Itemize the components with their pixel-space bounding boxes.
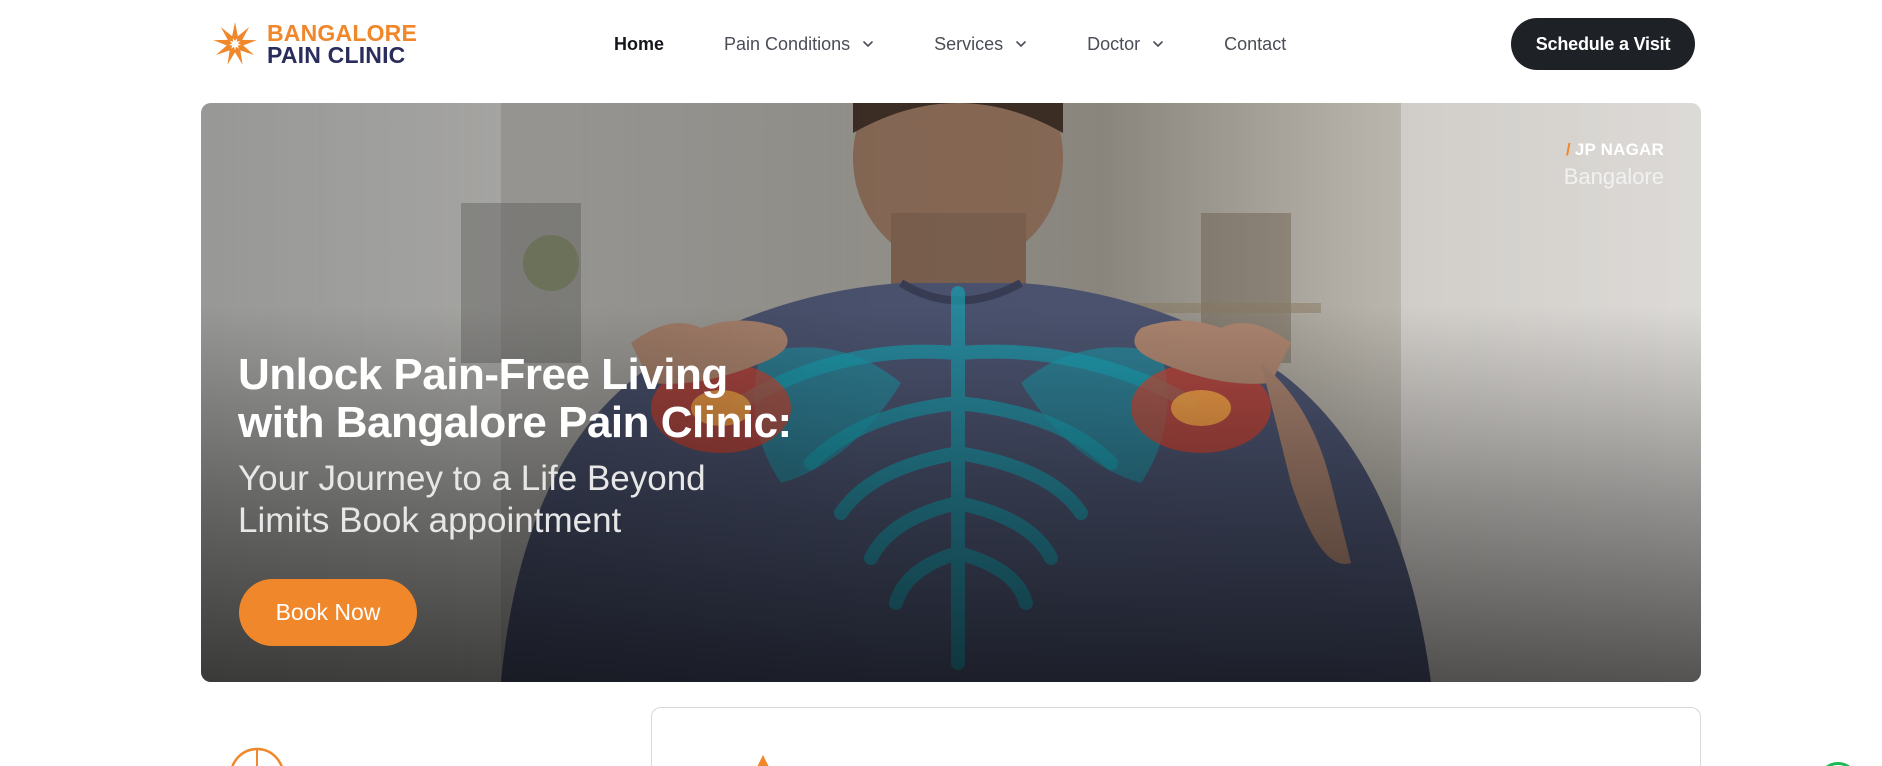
nav-item-pain-conditions[interactable]: Pain Conditions bbox=[724, 34, 874, 55]
location-city: Bangalore bbox=[1563, 164, 1664, 189]
brand-name: BANGALORE PAIN CLINIC bbox=[267, 20, 418, 68]
slash-accent: / bbox=[1565, 140, 1571, 159]
chat-widget-button[interactable] bbox=[1818, 762, 1858, 766]
hero-subtitle-line2: Limits Book appointment bbox=[238, 501, 622, 540]
site-header: BANGALORE PAIN CLINIC Home Pain Conditio… bbox=[0, 0, 1882, 88]
chevron-down-icon bbox=[1153, 41, 1163, 48]
hero-title: Unlock Pain-Free Living with Bangalore P… bbox=[238, 351, 938, 447]
brand-name-line2: PAIN CLINIC bbox=[267, 42, 406, 68]
hero-title-line1: Unlock Pain-Free Living bbox=[238, 350, 728, 399]
feature-card bbox=[651, 707, 1701, 766]
brand-logo[interactable]: BANGALORE PAIN CLINIC bbox=[211, 20, 417, 68]
book-now-button[interactable]: Book Now bbox=[239, 579, 417, 646]
triangle-icon bbox=[757, 755, 769, 766]
location-label: / JP NAGAR Bangalore bbox=[1564, 140, 1664, 190]
nav-item-label: Doctor bbox=[1087, 33, 1141, 54]
hero-subtitle: Your Journey to a Life Beyond Limits Boo… bbox=[238, 458, 758, 542]
hero-title-line2: with Bangalore Pain Clinic: bbox=[238, 398, 792, 447]
nav-item-home[interactable]: Home bbox=[614, 34, 664, 55]
nav-item-services[interactable]: Services bbox=[934, 34, 1027, 55]
main-nav: Home Pain Conditions Services Doctor Con… bbox=[614, 30, 1286, 58]
chevron-down-icon bbox=[863, 41, 873, 48]
nav-item-doctor[interactable]: Doctor bbox=[1087, 34, 1164, 55]
nav-item-label: Pain Conditions bbox=[724, 33, 851, 54]
brand-name-line1: BANGALORE bbox=[267, 20, 418, 46]
chevron-down-icon bbox=[1016, 41, 1026, 48]
location-area-text: JP NAGAR bbox=[1574, 140, 1664, 159]
nav-item-label: Home bbox=[614, 33, 665, 54]
globe-icon bbox=[231, 747, 283, 766]
schedule-visit-button[interactable]: Schedule a Visit bbox=[1511, 18, 1695, 70]
hero-banner: / JP NAGAR Bangalore Unlock Pain-Free Liv… bbox=[201, 103, 1701, 682]
starburst-logo-icon bbox=[213, 22, 257, 65]
hero-subtitle-line1: Your Journey to a Life Beyond bbox=[238, 459, 706, 498]
nav-item-label: Contact bbox=[1224, 33, 1287, 54]
nav-item-contact[interactable]: Contact bbox=[1224, 34, 1286, 55]
location-area: / JP NAGAR bbox=[1564, 140, 1664, 160]
nav-item-label: Services bbox=[934, 33, 1004, 54]
